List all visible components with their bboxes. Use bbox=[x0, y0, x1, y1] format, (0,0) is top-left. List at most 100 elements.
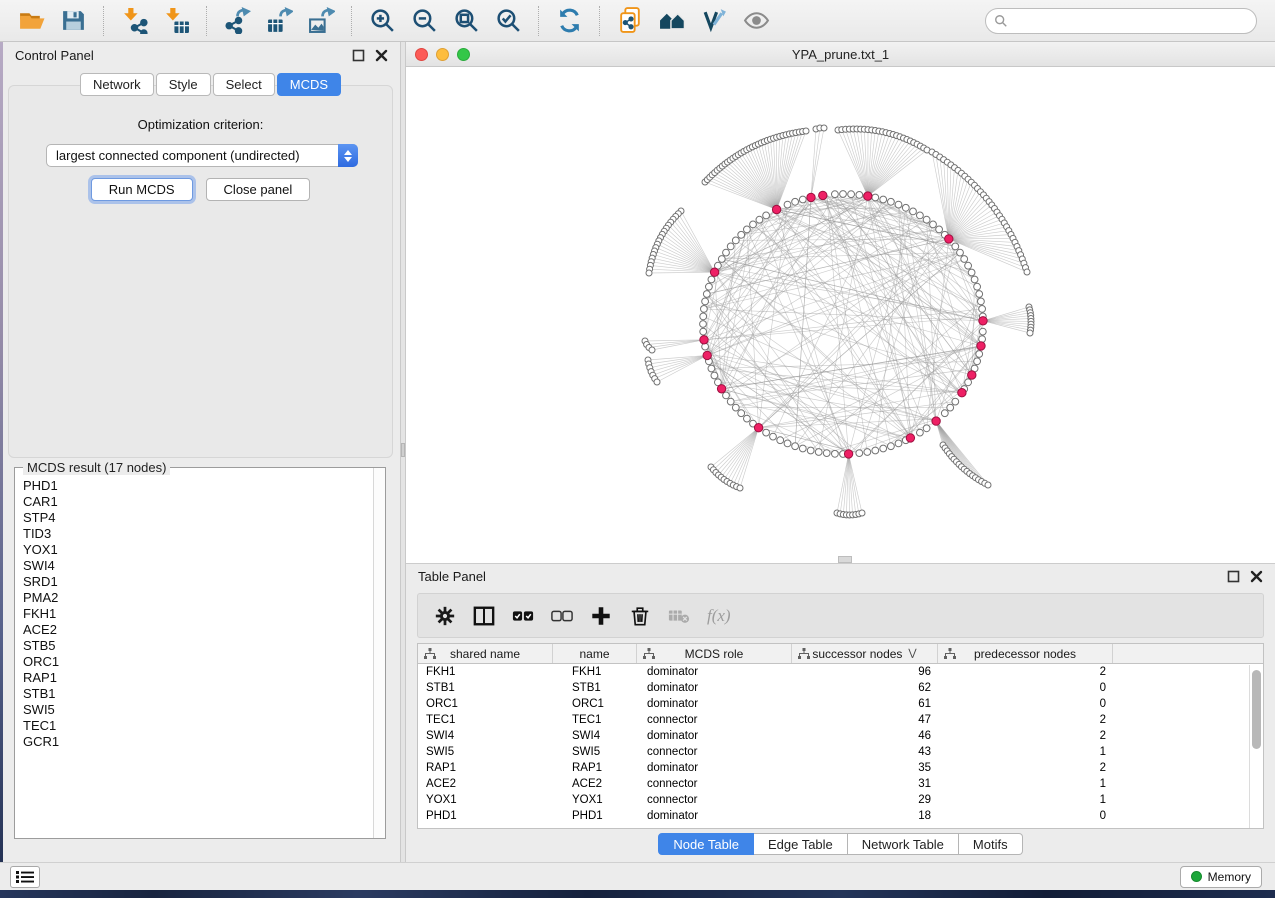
export-table-button[interactable] bbox=[262, 4, 296, 38]
graph-node[interactable] bbox=[848, 191, 855, 198]
mcds-result-item[interactable]: SWI5 bbox=[16, 702, 372, 718]
graph-node[interactable] bbox=[784, 201, 791, 208]
mcds-result-item[interactable]: SWI4 bbox=[16, 558, 372, 574]
graph-node[interactable] bbox=[895, 440, 902, 447]
graph-node[interactable] bbox=[763, 212, 770, 219]
graph-node[interactable] bbox=[917, 212, 924, 219]
mcds-result-item[interactable]: FKH1 bbox=[16, 606, 372, 622]
zoom-selected-button[interactable] bbox=[491, 4, 525, 38]
table-cell[interactable]: dominator bbox=[637, 696, 792, 712]
table-cell[interactable]: 46 bbox=[792, 728, 938, 744]
network-canvas[interactable] bbox=[406, 67, 1275, 563]
table-cell[interactable]: STB1 bbox=[553, 680, 637, 696]
graph-node[interactable] bbox=[979, 306, 986, 313]
graph-node[interactable] bbox=[917, 429, 924, 436]
table-cell[interactable]: 2 bbox=[938, 728, 1113, 744]
graph-node[interactable] bbox=[965, 262, 972, 269]
graph-node[interactable] bbox=[700, 321, 707, 328]
table-mode-button[interactable] bbox=[469, 601, 499, 631]
memory-button[interactable]: Memory bbox=[1180, 866, 1262, 888]
import-network-button[interactable] bbox=[117, 4, 151, 38]
table-cell[interactable]: dominator bbox=[637, 760, 792, 776]
graph-leaf-node[interactable] bbox=[737, 485, 743, 491]
graph-mcds-node[interactable] bbox=[703, 351, 711, 359]
close-panel-icon[interactable] bbox=[1250, 570, 1263, 583]
table-cell[interactable]: ORC1 bbox=[418, 696, 553, 712]
table-cell[interactable]: TEC1 bbox=[553, 712, 637, 728]
graph-node[interactable] bbox=[923, 216, 930, 223]
table-row[interactable]: RAP1RAP1dominator352 bbox=[418, 760, 1263, 776]
export-image-button[interactable] bbox=[304, 4, 338, 38]
graph-mcds-node[interactable] bbox=[945, 235, 953, 243]
mcds-result-item[interactable]: GCR1 bbox=[16, 734, 372, 750]
table-cell[interactable]: dominator bbox=[637, 680, 792, 696]
import-table-button[interactable] bbox=[159, 4, 193, 38]
graph-mcds-node[interactable] bbox=[710, 268, 718, 276]
graph-node[interactable] bbox=[979, 328, 986, 335]
graph-mcds-node[interactable] bbox=[906, 434, 914, 442]
table-cell[interactable]: ACE2 bbox=[553, 776, 637, 792]
graph-node[interactable] bbox=[708, 276, 715, 283]
table-cell[interactable]: 61 bbox=[792, 696, 938, 712]
graph-node[interactable] bbox=[952, 243, 959, 250]
show-hide-details-button[interactable] bbox=[739, 4, 773, 38]
graph-mcds-node[interactable] bbox=[700, 336, 708, 344]
mcds-result-item[interactable]: PMA2 bbox=[16, 590, 372, 606]
graph-node[interactable] bbox=[888, 443, 895, 450]
table-cell[interactable]: FKH1 bbox=[418, 664, 553, 680]
table-row[interactable]: STB1STB1dominator620 bbox=[418, 680, 1263, 696]
table-cell[interactable]: 1 bbox=[938, 792, 1113, 808]
task-history-button[interactable] bbox=[10, 866, 40, 888]
graph-node[interactable] bbox=[864, 449, 871, 456]
graph-node[interactable] bbox=[763, 429, 770, 436]
graph-node[interactable] bbox=[976, 351, 983, 358]
table-cell[interactable]: SWI5 bbox=[418, 744, 553, 760]
table-cell[interactable]: 0 bbox=[938, 680, 1113, 696]
graph-node[interactable] bbox=[799, 196, 806, 203]
tab-mcds[interactable]: MCDS bbox=[277, 73, 341, 96]
graph-mcds-node[interactable] bbox=[864, 192, 872, 200]
table-row[interactable]: SWI4SWI4dominator462 bbox=[418, 728, 1263, 744]
table-cell[interactable]: dominator bbox=[637, 664, 792, 680]
criterion-dropdown[interactable]: largest connected component (undirected) bbox=[46, 144, 358, 167]
graph-mcds-node[interactable] bbox=[977, 342, 985, 350]
open-session-button[interactable] bbox=[14, 4, 48, 38]
graph-node[interactable] bbox=[840, 191, 847, 198]
graph-node[interactable] bbox=[895, 201, 902, 208]
graph-node[interactable] bbox=[974, 358, 981, 365]
graph-node[interactable] bbox=[961, 256, 968, 263]
table-cell[interactable]: STB1 bbox=[418, 680, 553, 696]
scrollbar-thumb[interactable] bbox=[1252, 670, 1261, 749]
graph-mcds-node[interactable] bbox=[819, 191, 827, 199]
float-panel-icon[interactable] bbox=[352, 49, 365, 62]
graph-mcds-node[interactable] bbox=[844, 450, 852, 458]
graph-leaf-node[interactable] bbox=[654, 379, 660, 385]
mcds-result-scrollbar[interactable] bbox=[373, 468, 385, 838]
graph-node[interactable] bbox=[947, 404, 954, 411]
graph-node[interactable] bbox=[702, 298, 709, 305]
mcds-result-item[interactable]: TID3 bbox=[16, 526, 372, 542]
refresh-view-button[interactable] bbox=[552, 4, 586, 38]
mcds-result-item[interactable]: CAR1 bbox=[16, 494, 372, 510]
graph-node[interactable] bbox=[823, 450, 830, 457]
graph-mcds-node[interactable] bbox=[754, 424, 762, 432]
graph-node[interactable] bbox=[703, 291, 710, 298]
graph-node[interactable] bbox=[732, 237, 739, 244]
graph-node[interactable] bbox=[727, 398, 734, 405]
table-cell[interactable]: 2 bbox=[938, 760, 1113, 776]
mcds-result-item[interactable]: RAP1 bbox=[16, 670, 372, 686]
graph-node[interactable] bbox=[723, 249, 730, 256]
graph-node[interactable] bbox=[711, 372, 718, 379]
table-cell[interactable]: 1 bbox=[938, 744, 1113, 760]
graph-node[interactable] bbox=[807, 447, 814, 454]
graph-node[interactable] bbox=[738, 410, 745, 417]
column-header-name[interactable]: name bbox=[553, 644, 637, 663]
graph-node[interactable] bbox=[888, 198, 895, 205]
table-row[interactable]: ACE2ACE2connector311 bbox=[418, 776, 1263, 792]
table-cell[interactable]: 2 bbox=[938, 664, 1113, 680]
column-header-shared-name[interactable]: shared name bbox=[418, 644, 553, 663]
create-column-button[interactable] bbox=[586, 601, 616, 631]
horizontal-splitter-handle[interactable] bbox=[838, 556, 852, 563]
run-mcds-button[interactable]: Run MCDS bbox=[91, 178, 193, 201]
graph-mcds-node[interactable] bbox=[932, 417, 940, 425]
